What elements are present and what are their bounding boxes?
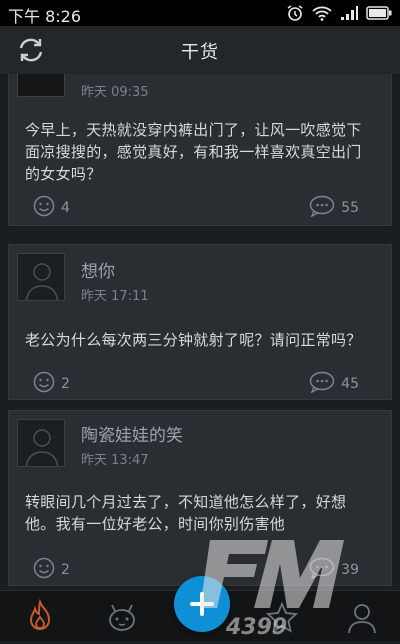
like-count: 4 [61, 200, 70, 216]
post-feed[interactable]: 昨天 09:35 今早上，天热就没穿内裤出门了，让风一吹感觉下面凉搜搜的，感觉真… [0, 74, 400, 590]
like-count: 2 [61, 562, 70, 578]
app-header: 干货 [0, 26, 400, 75]
status-time: 下午 8:26 [8, 7, 82, 26]
post-time: 昨天 13:47 [81, 453, 149, 468]
cute-character-icon[interactable] [104, 599, 140, 635]
post-time: 昨天 09:35 [81, 85, 149, 100]
smiley-icon [33, 195, 55, 221]
post-card[interactable]: 昨天 09:35 今早上，天热就没穿内裤出门了，让风一吹感觉下面凉搜搜的，感觉真… [8, 74, 392, 226]
smiley-icon [33, 557, 55, 583]
battery-icon [366, 6, 392, 20]
like-button[interactable]: 2 [33, 371, 70, 397]
signal-icon [340, 5, 358, 21]
like-button[interactable]: 4 [33, 195, 70, 221]
comment-count: 39 [341, 562, 359, 578]
avatar[interactable] [17, 253, 65, 301]
post-card[interactable]: 陶瓷娃娃的笑 昨天 13:47 转眼间几个月过去了，不知道他怎么样了，好想他。我… [8, 410, 392, 586]
wifi-icon [312, 5, 332, 21]
post-time: 昨天 17:11 [81, 289, 149, 304]
hot-flame-icon[interactable] [22, 598, 58, 635]
post-username[interactable]: 陶瓷娃娃的笑 [81, 421, 183, 446]
like-button[interactable]: 2 [33, 557, 70, 583]
status-bar: 下午 8:26 [0, 0, 400, 26]
smiley-icon [33, 371, 55, 397]
post-content[interactable]: 今早上，天热就没穿内裤出门了，让风一吹感觉下面凉搜搜的，感觉真好，有和我一样喜欢… [25, 119, 375, 185]
comment-bubble-icon [309, 371, 335, 397]
avatar[interactable] [17, 419, 65, 467]
comment-button[interactable]: 45 [309, 371, 359, 397]
post-username[interactable]: 想你 [81, 257, 115, 282]
post-content[interactable]: 转眼间几个月过去了，不知道他怎么样了，好想他。我有一位好老公，时间你别伤害他 [25, 491, 375, 535]
compose-plus-icon[interactable] [174, 576, 230, 632]
comment-button[interactable]: 39 [309, 557, 359, 583]
profile-icon[interactable] [344, 599, 380, 635]
avatar[interactable] [17, 74, 65, 97]
comment-count: 45 [341, 376, 359, 392]
alarm-icon [286, 4, 304, 22]
comment-bubble-icon [309, 557, 335, 583]
comment-button[interactable]: 55 [309, 195, 359, 221]
page-title: 干货 [181, 42, 219, 63]
comment-count: 55 [341, 200, 359, 216]
post-content[interactable]: 老公为什么每次两三分钟就射了呢？请问正常吗？ [25, 329, 375, 351]
star-icon[interactable] [264, 599, 300, 635]
post-card[interactable]: 想你 昨天 17:11 老公为什么每次两三分钟就射了呢？请问正常吗？ 2 45 [8, 244, 392, 400]
comment-bubble-icon [309, 195, 335, 221]
like-count: 2 [61, 376, 70, 392]
